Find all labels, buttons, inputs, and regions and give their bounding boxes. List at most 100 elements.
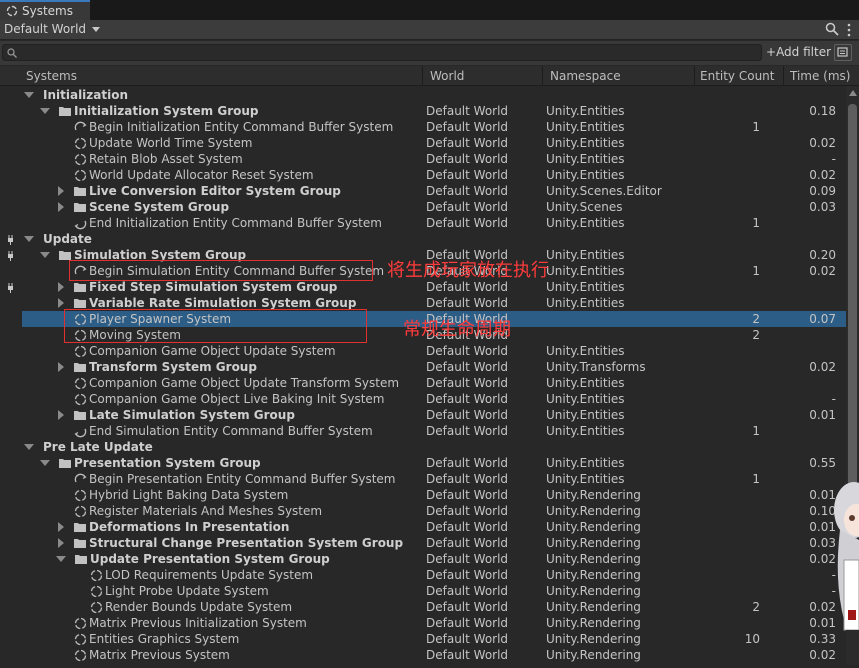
collapse-arrow-icon[interactable] — [58, 282, 64, 292]
system-name-cell: Update — [24, 231, 92, 247]
expand-arrow-icon[interactable] — [40, 108, 50, 114]
system-row[interactable]: Companion Game Object Update System Defau… — [22, 343, 846, 359]
systems-tab[interactable]: Systems — [0, 0, 90, 20]
system-icon — [74, 345, 87, 357]
expand-arrow-icon[interactable] — [56, 556, 66, 562]
system-name-label: Update Presentation System Group — [90, 552, 330, 566]
system-row[interactable]: End Initialization Entity Command Buffer… — [22, 215, 846, 231]
system-row[interactable]: End Simulation Entity Command Buffer Sys… — [22, 423, 846, 439]
collapse-arrow-icon[interactable] — [58, 186, 64, 196]
namespace-cell: Unity.Rendering — [546, 488, 641, 502]
collapse-arrow-icon[interactable] — [58, 522, 64, 532]
system-name-label: Initialization — [43, 88, 129, 102]
system-group-row[interactable]: Presentation System Group Default World Un… — [22, 455, 846, 471]
system-name-label: LOD Requirements Update System — [105, 568, 314, 582]
entity-count-cell: 1 — [752, 216, 760, 230]
system-name-cell: Companion Game Object Update System — [56, 343, 336, 359]
system-name-cell: Initialization — [24, 87, 128, 103]
expand-arrow-icon[interactable] — [40, 460, 50, 466]
folder-icon — [59, 251, 71, 260]
system-name-cell: Begin Presentation Entity Command Buffer… — [56, 471, 396, 487]
system-row[interactable]: Begin Initialization Entity Command Buff… — [22, 119, 846, 135]
search-toggle-icon[interactable] — [825, 22, 839, 39]
system-row[interactable]: LOD Requirements Update System Default Wo… — [22, 567, 846, 583]
column-header-time[interactable]: Time (ms) — [790, 69, 851, 83]
expand-arrow-icon[interactable] — [24, 92, 34, 98]
column-header-world[interactable]: World — [430, 69, 464, 83]
namespace-cell: Unity.Entities — [546, 248, 625, 262]
system-row[interactable]: Hybrid Light Baking Data System Default W… — [22, 487, 846, 503]
system-row[interactable]: Update World Time System Default World Uni… — [22, 135, 846, 151]
system-row[interactable]: Light Probe Update System Default World Un… — [22, 583, 846, 599]
system-phase-row[interactable]: Update — [22, 231, 846, 247]
column-header-systems[interactable]: Systems — [26, 69, 77, 83]
system-row[interactable]: Begin Presentation Entity Command Buffer… — [22, 471, 846, 487]
world-cell: Default World — [426, 488, 509, 502]
namespace-cell: Unity.Entities — [546, 456, 625, 470]
system-phase-row[interactable]: Pre Late Update — [22, 439, 846, 455]
system-name-label: End Initialization Entity Command Buffer… — [89, 216, 382, 230]
expand-arrow-icon[interactable] — [24, 444, 34, 450]
search-input[interactable] — [2, 44, 762, 61]
column-header-namespace[interactable]: Namespace — [550, 69, 621, 83]
entity-count-cell: 1 — [752, 264, 760, 278]
system-row[interactable]: Register Materials And Meshes System Defa… — [22, 503, 846, 519]
system-group-row[interactable]: Late Simulation System Group Default Worl… — [22, 407, 846, 423]
add-filter-button[interactable]: +Add filter — [766, 45, 831, 59]
namespace-cell: Unity.Entities — [546, 344, 625, 358]
system-name-cell: Update Presentation System Group — [56, 551, 330, 567]
system-name-label: Companion Game Object Update System — [89, 344, 336, 358]
system-icon — [74, 633, 87, 645]
system-row[interactable]: World Update Allocator Reset System Defau… — [22, 167, 846, 183]
system-group-row[interactable]: Scene System Group Default World Unity.Sce… — [22, 199, 846, 215]
column-divider[interactable] — [694, 66, 695, 86]
namespace-cell: Unity.Entities — [546, 280, 625, 294]
more-options-icon[interactable] — [847, 23, 853, 37]
expand-arrow-icon[interactable] — [24, 236, 34, 242]
system-phase-row[interactable]: Initialization — [22, 87, 846, 103]
system-name-label: Matrix Previous Initialization System — [89, 616, 307, 630]
entity-count-cell: 2 — [752, 600, 760, 614]
column-divider[interactable] — [542, 66, 543, 86]
collapse-arrow-icon[interactable] — [58, 202, 64, 212]
column-divider[interactable] — [783, 66, 784, 86]
system-name-cell: Initialization System Group — [40, 103, 259, 119]
system-group-row[interactable]: Update Presentation System Group Default … — [22, 551, 846, 567]
system-group-row[interactable]: Deformations In Presentation Default Worl… — [22, 519, 846, 535]
system-row[interactable]: Companion Game Object Live Baking Init S… — [22, 391, 846, 407]
system-group-row[interactable]: Initialization System Group Default World… — [22, 103, 846, 119]
system-group-row[interactable]: Transform System Group Default World Unity… — [22, 359, 846, 375]
world-dropdown[interactable]: Default World — [4, 22, 100, 36]
world-dropdown-label: Default World — [4, 22, 87, 36]
system-name-label: Late Simulation System Group — [89, 408, 295, 422]
collapse-arrow-icon[interactable] — [58, 362, 64, 372]
annotation-text-2: 常规生命周期 — [403, 319, 511, 340]
column-header-entity-count[interactable]: Entity Count — [700, 69, 774, 83]
entity-count-cell: 1 — [752, 472, 760, 486]
system-name-cell: Render Bounds Update System — [72, 599, 292, 615]
world-cell: Default World — [426, 456, 509, 470]
system-name-label: Transform System Group — [89, 360, 257, 374]
expand-arrow-icon[interactable] — [40, 252, 50, 258]
collapse-arrow-icon[interactable] — [58, 538, 64, 548]
scroll-up-arrow-icon[interactable] — [849, 90, 857, 96]
collapse-arrow-icon[interactable] — [58, 298, 64, 308]
world-cell: Default World — [426, 120, 509, 134]
system-row[interactable]: Retain Blob Asset System Default World Uni… — [22, 151, 846, 167]
system-group-row[interactable]: Live Conversion Editor System Group Defau… — [22, 183, 846, 199]
systems-icon — [6, 5, 18, 17]
collapse-arrow-icon[interactable] — [58, 410, 64, 420]
time-cell: 0.01 — [809, 408, 836, 422]
system-group-row[interactable]: Structural Change Presentation System Gr… — [22, 535, 846, 551]
system-row[interactable]: Matrix Previous System Default World Unity… — [22, 647, 846, 663]
system-row[interactable]: Render Bounds Update System Default World… — [22, 599, 846, 615]
filter-options-button[interactable] — [834, 44, 852, 61]
column-divider[interactable] — [422, 66, 423, 86]
plug-icon — [6, 282, 16, 296]
system-icon — [74, 649, 87, 661]
world-cell: Default World — [426, 520, 509, 534]
system-row[interactable]: Matrix Previous Initialization System Def… — [22, 615, 846, 631]
system-name-label: Matrix Previous System — [89, 648, 230, 662]
system-row[interactable]: Companion Game Object Update Transform S… — [22, 375, 846, 391]
system-row[interactable]: Entities Graphics System Default World Uni… — [22, 631, 846, 647]
